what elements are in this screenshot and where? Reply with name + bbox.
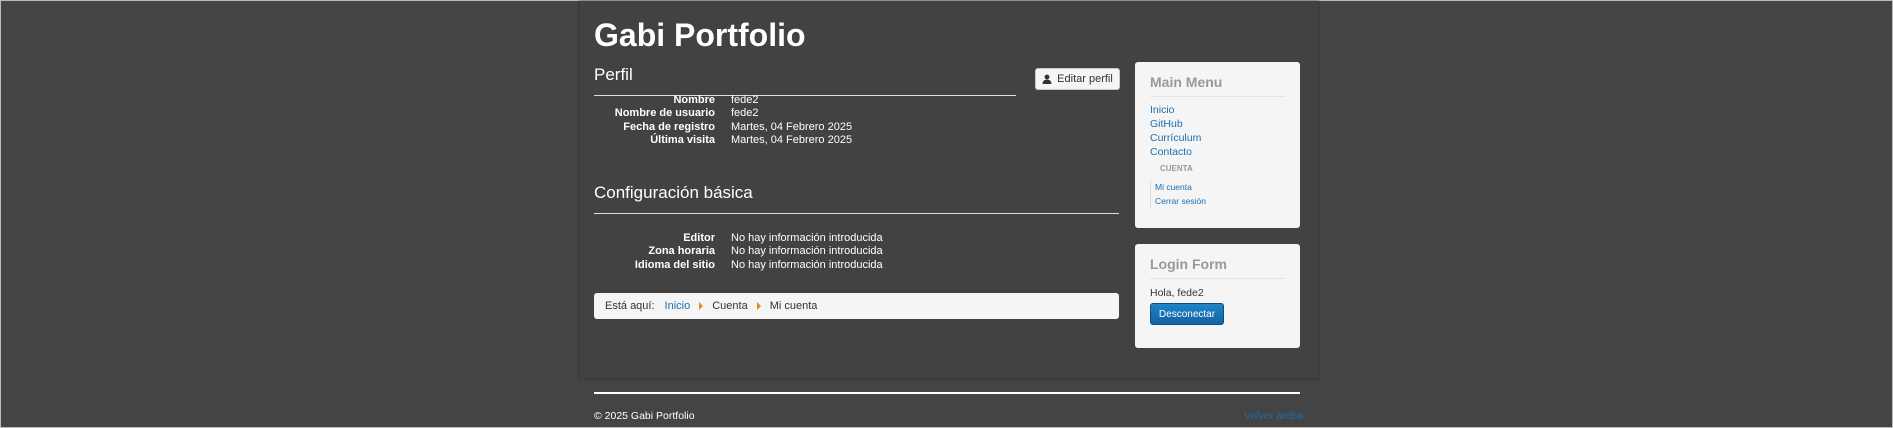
profile-details: Nombre fede2 Nombre de usuario fede2 Fec… [594, 94, 1119, 147]
basic-settings-details: Editor No hay información introducida Zo… [594, 232, 1119, 272]
field-value: Martes, 04 Febrero 2025 [731, 133, 853, 146]
submenu-heading: CUENTA [1160, 164, 1193, 173]
menu-item-curriculum[interactable]: Currículum [1150, 132, 1201, 144]
back-to-top-link[interactable]: Volver arriba [1244, 410, 1303, 422]
menu-item-github[interactable]: GitHub [1150, 118, 1183, 130]
login-form-title: Login Form [1150, 256, 1285, 279]
edit-profile-label: Editar perfil [1057, 73, 1113, 85]
user-icon [1042, 74, 1052, 84]
field-value: fede2 [731, 94, 759, 106]
settings-row-timezone: Zona horaria No hay información introduc… [594, 245, 1119, 258]
main-menu-title: Main Menu [1150, 74, 1285, 97]
login-form-module: Login Form Hola, fede2 Desconectar [1135, 244, 1300, 348]
profile-row-name: Nombre fede2 [594, 94, 1119, 107]
edit-profile-button[interactable]: Editar perfil [1035, 68, 1120, 90]
breadcrumb-prefix: Está aquí: [605, 300, 655, 312]
site-title[interactable]: Gabi Portfolio [594, 17, 806, 54]
field-label: Fecha de registro [623, 120, 715, 133]
breadcrumb: Está aquí: Inicio Cuenta Mi cuenta [594, 293, 1119, 319]
profile-row-last-visit: Última visita Martes, 04 Febrero 2025 [594, 134, 1119, 147]
settings-row-language: Idioma del sitio No hay información intr… [594, 259, 1119, 272]
menu-item-contacto[interactable]: Contacto [1150, 146, 1192, 158]
login-greeting: Hola, fede2 [1150, 287, 1204, 299]
field-label: Editor [683, 232, 715, 244]
profile-heading: Perfil [594, 65, 633, 84]
main-menu-list: Inicio GitHub Currículum Contacto [1150, 103, 1285, 159]
field-label: Zona horaria [648, 245, 715, 258]
breadcrumb-separator-icon [699, 302, 704, 310]
field-value: Martes, 04 Febrero 2025 [731, 120, 853, 133]
menu-item-mi-cuenta[interactable]: Mi cuenta [1155, 182, 1192, 192]
basic-settings-heading: Configuración básica [594, 183, 753, 202]
main-menu-module: Main Menu Inicio GitHub Currículum Conta… [1135, 62, 1300, 228]
profile-row-registered: Fecha de registro Martes, 04 Febrero 202… [594, 121, 1119, 134]
field-label: Nombre [673, 94, 715, 106]
account-submenu: Mi cuenta Cerrar sesión [1150, 180, 1285, 208]
breadcrumb-item: Cuenta [712, 300, 748, 312]
breadcrumb-separator-icon [756, 302, 761, 310]
menu-item-cerrar-sesion[interactable]: Cerrar sesión [1155, 196, 1206, 206]
field-label: Idioma del sitio [634, 258, 715, 271]
footer-divider [594, 392, 1300, 394]
field-label: Última visita [650, 133, 715, 146]
footer-copyright: © 2025 Gabi Portfolio [594, 410, 695, 422]
profile-row-username: Nombre de usuario fede2 [594, 107, 1119, 120]
breadcrumb-home-link[interactable]: Inicio [665, 300, 691, 312]
settings-row-editor: Editor No hay información introducida [594, 232, 1119, 245]
menu-item-inicio[interactable]: Inicio [1150, 104, 1175, 116]
field-value: No hay información introducida [731, 232, 883, 244]
field-value: fede2 [731, 107, 759, 120]
basic-settings-header: Configuración básica [594, 183, 1119, 214]
field-value: No hay información introducida [731, 258, 883, 271]
profile-header: Perfil [594, 65, 1016, 96]
breadcrumb-current: Mi cuenta [769, 300, 818, 312]
field-value: No hay información introducida [731, 245, 883, 258]
logout-button[interactable]: Desconectar [1150, 303, 1224, 325]
field-label: Nombre de usuario [614, 107, 715, 120]
